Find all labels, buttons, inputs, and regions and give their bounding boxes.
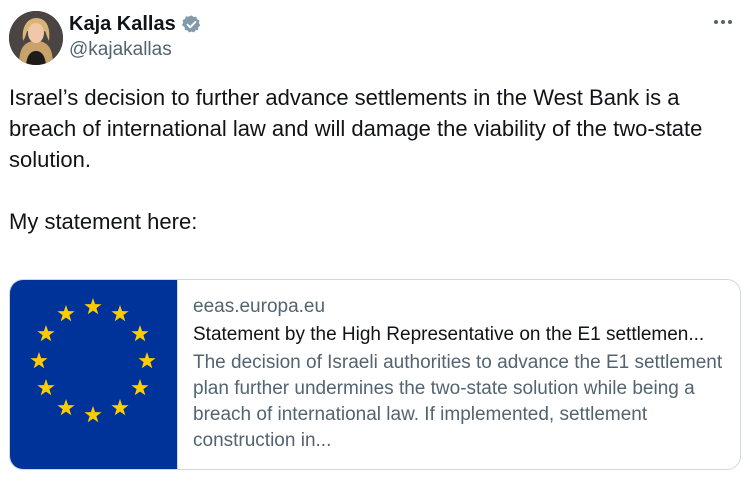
card-title[interactable]: Statement by the High Representative on … — [193, 322, 726, 348]
tweet-text-paragraph-2: My statement here: — [9, 209, 198, 234]
tweet-text: Israel’s decision to further advance set… — [9, 82, 744, 237]
link-preview-card[interactable]: eeas.europa.eu Statement by the High Rep… — [9, 279, 741, 470]
avatar-photo — [9, 11, 63, 65]
card-description: The decision of Israeli authorities to a… — [193, 352, 723, 451]
eu-flag-stars — [30, 298, 156, 423]
tweet-text-paragraph-1: Israel’s decision to further advance set… — [9, 85, 703, 172]
more-options-icon[interactable] — [710, 12, 736, 32]
eu-flag-image — [10, 280, 178, 469]
author-name-row[interactable]: Kaja Kallas — [69, 13, 202, 36]
author-handle[interactable]: @kajakallas — [69, 39, 172, 61]
card-body[interactable]: eeas.europa.eu Statement by the High Rep… — [178, 280, 740, 469]
card-domain: eeas.europa.eu — [193, 296, 326, 317]
author-name[interactable]: Kaja Kallas — [69, 13, 176, 36]
verified-badge-icon — [181, 14, 202, 35]
avatar[interactable] — [9, 11, 63, 65]
